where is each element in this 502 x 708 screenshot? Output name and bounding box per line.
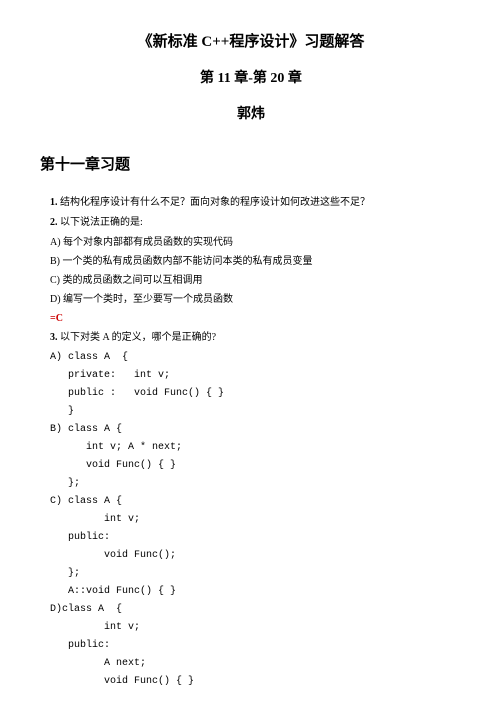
q2-option-b: B) 一个类的私有成员函数内部不能访问本类的私有成员变量 (50, 254, 452, 270)
answer-mark: =C (50, 311, 452, 327)
q3d-head: D)class A { (50, 602, 452, 618)
q1-text: 结构化程序设计有什么不足？面向对象的程序设计如何改进这些不足？ (58, 197, 371, 208)
question-1: 1. 结构化程序设计有什么不足？面向对象的程序设计如何改进这些不足？ (50, 195, 452, 211)
title-sub: 第 11 章-第 20 章 (50, 68, 452, 90)
q3a-head: A) class A { (50, 350, 452, 366)
q3-number: 3. (50, 332, 58, 343)
question-2: 2. 以下说法正确的是: (50, 215, 452, 231)
q3b-head: B) class A { (50, 422, 452, 438)
q3c-head: C) class A { (50, 494, 452, 510)
q1-number: 1. (50, 197, 58, 208)
title-author: 郭炜 (50, 104, 452, 126)
q2-option-c: C) 类的成员函数之间可以互相调用 (50, 273, 452, 289)
q3a-l3: } (50, 404, 452, 420)
q3b-l1: int v; A * next; (50, 440, 452, 456)
q3b-l2: void Func() { } (50, 458, 452, 474)
q2-option-d: D) 编写一个类时，至少要写一个成员函数 (50, 292, 452, 308)
q3c-l1: int v; (50, 512, 452, 528)
q3d-l2: public: (50, 638, 452, 654)
section-heading: 第十一章习题 (40, 153, 452, 177)
q3c-l4: }; (50, 566, 452, 582)
q3d-l4: void Func() { } (50, 674, 452, 690)
q3a-l2: public : void Func() { } (50, 386, 452, 402)
q2-option-a: A) 每个对象内部都有成员函数的实现代码 (50, 235, 452, 251)
q3d-l3: A next; (50, 656, 452, 672)
q3d-l1: int v; (50, 620, 452, 636)
question-3: 3. 以下对类 A 的定义，哪个是正确的? (50, 330, 452, 346)
q2-number: 2. (50, 217, 58, 228)
q3-text: 以下对类 A 的定义，哪个是正确的? (58, 332, 217, 343)
q3a-l1: private: int v; (50, 368, 452, 384)
q3c-l2: public: (50, 530, 452, 546)
q2-text: 以下说法正确的是: (58, 217, 143, 228)
q3c-l5: A::void Func() { } (50, 584, 452, 600)
q3b-l3: }; (50, 476, 452, 492)
title-main: 《新标准 C++程序设计》习题解答 (50, 30, 452, 54)
q3c-l3: void Func(); (50, 548, 452, 564)
